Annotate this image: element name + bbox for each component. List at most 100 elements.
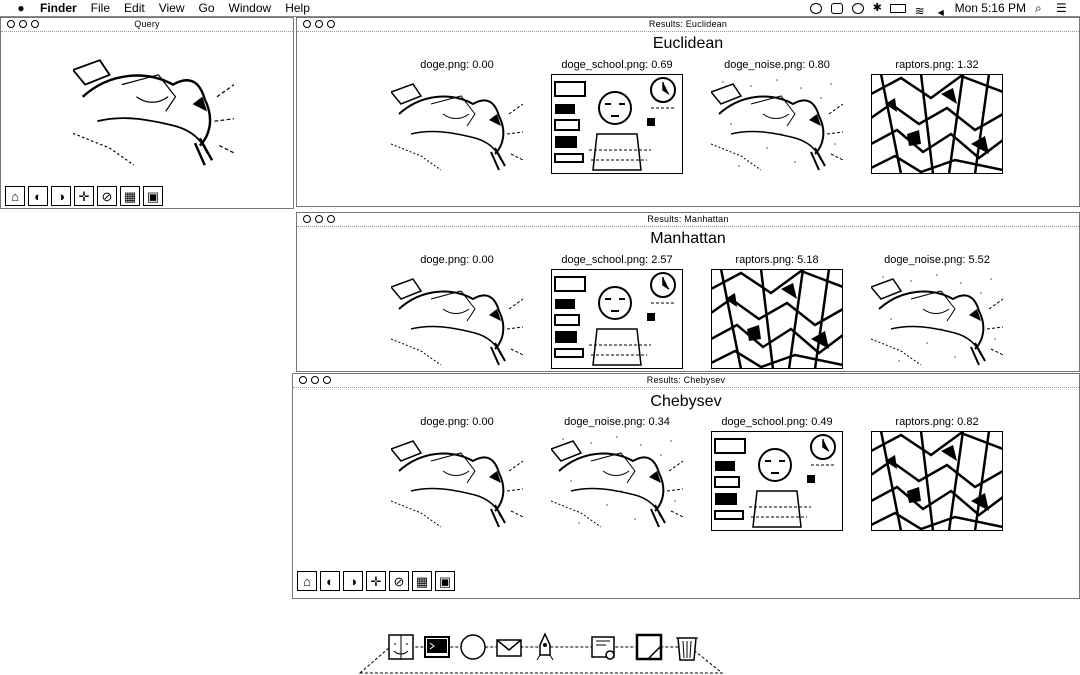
home-icon[interactable]: ⌂ [5,186,25,206]
back-icon[interactable]: ◐ [28,186,48,206]
mail-icon[interactable] [494,631,524,663]
result-item: doge.png: 0.00 [387,254,527,369]
result-item: doge_noise.png: 0.34 [547,416,687,531]
figure-title: Euclidean [652,35,724,52]
pan-icon[interactable]: ✛ [74,186,94,206]
menu-finder[interactable]: Finder [40,0,77,16]
result-item: raptors.png: 5.18 [707,254,847,369]
close-button[interactable] [303,20,311,28]
bluetooth-icon[interactable]: ✱ [873,2,882,14]
euclidean-window: Results: Euclidean Euclidean doge.png: 0… [296,17,1080,207]
save-icon[interactable]: ▣ [435,571,455,591]
menu-view[interactable]: View [159,0,185,16]
close-button[interactable] [303,215,311,223]
zoom-icon[interactable]: ⊘ [389,571,409,591]
subplots-icon[interactable]: ▦ [412,571,432,591]
menu-help[interactable]: Help [285,0,310,16]
window-title: Results: Manhattan [647,214,729,224]
subplots-icon[interactable]: ▦ [120,186,140,206]
result-label: doge.png: 0.00 [420,416,494,428]
result-label: doge_school.png: 2.57 [561,254,673,266]
wifi-icon[interactable] [915,3,929,14]
close-button[interactable] [299,376,307,384]
result-item: doge_school.png: 0.69 [547,59,687,174]
minimize-button[interactable] [315,215,323,223]
result-item: doge_school.png: 0.49 [707,416,847,531]
result-item: raptors.png: 0.82 [867,416,1007,531]
apple-menu-icon[interactable]: ● [14,0,28,16]
result-item: doge_noise.png: 0.80 [707,59,847,174]
notification-list-icon[interactable]: ☰ [1056,2,1068,14]
back-icon[interactable]: ◐ [320,571,340,591]
zoom-button[interactable] [323,376,331,384]
save-icon[interactable]: ▣ [143,186,163,206]
menu-clock[interactable]: Mon 5:16 PM [955,0,1026,16]
chebysev-window: Results: Chebysev Chebysev doge.png: 0.0… [292,373,1080,599]
launchpad-icon[interactable] [530,631,560,663]
manhattan-titlebar[interactable]: Results: Manhattan [297,213,1079,227]
battery-icon[interactable] [889,3,906,13]
menu-edit[interactable]: Edit [124,0,145,16]
time-machine-icon[interactable] [851,2,864,14]
menu-file[interactable]: File [91,0,110,16]
result-label: doge_school.png: 0.69 [561,59,673,71]
result-label: raptors.png: 0.82 [895,416,979,428]
query-window: Query ⌂ ◐ ◑ ✛ ⊘ ▦ ▣ [0,17,294,209]
result-label: raptors.png: 5.18 [735,254,819,266]
chebysev-toolbar: ⌂ ◐ ◑ ✛ ⊘ ▦ ▣ [297,571,455,591]
textedit-icon[interactable] [634,631,664,663]
result-image [711,431,843,531]
minimize-button[interactable] [315,20,323,28]
result-item: raptors.png: 1.32 [867,59,1007,174]
figure-title: Manhattan [650,230,726,247]
safari-icon[interactable] [458,631,488,663]
preview-icon[interactable] [588,631,618,663]
forward-icon[interactable]: ◑ [51,186,71,206]
result-item: doge_noise.png: 5.52 [867,254,1007,369]
minimize-button[interactable] [311,376,319,384]
result-label: doge_noise.png: 5.52 [884,254,990,266]
zoom-button[interactable] [327,215,335,223]
zoom-icon[interactable]: ⊘ [97,186,117,206]
manhattan-window: Results: Manhattan Manhattan doge.png: 0… [296,212,1080,372]
close-button[interactable] [7,20,15,28]
menu-list: Finder File Edit View Go Window Help [40,0,310,16]
terminal-icon[interactable] [422,631,452,663]
menu-window[interactable]: Window [229,0,272,16]
pan-icon[interactable]: ✛ [366,571,386,591]
query-titlebar[interactable]: Query [1,18,293,32]
window-title: Results: Euclidean [648,19,728,29]
result-image [711,74,843,174]
euclidean-titlebar[interactable]: Results: Euclidean [297,18,1079,32]
result-item: doge_school.png: 2.57 [547,254,687,369]
zoom-button[interactable] [327,20,335,28]
result-label: doge.png: 0.00 [420,254,494,266]
result-image [871,431,1003,531]
menu-bar: ● Finder File Edit View Go Window Help ✱… [0,0,1080,17]
result-image [711,269,843,369]
volume-icon[interactable] [938,3,946,14]
zoom-button[interactable] [31,20,39,28]
dropbox-icon[interactable] [809,2,822,14]
result-item: doge.png: 0.00 [387,59,527,174]
figure-title: Chebysev [650,393,722,410]
window-title: Query [134,19,160,29]
finder-icon[interactable] [386,631,416,663]
minimize-button[interactable] [19,20,27,28]
result-item: doge.png: 0.00 [387,416,527,531]
result-image [391,431,523,531]
forward-icon[interactable]: ◑ [343,571,363,591]
menu-go[interactable]: Go [199,0,215,16]
copy-icon[interactable] [830,2,843,14]
result-label: doge_noise.png: 0.80 [724,59,830,71]
result-label: doge_school.png: 0.49 [721,416,833,428]
chebysev-titlebar[interactable]: Results: Chebysev [293,374,1079,388]
result-label: doge_noise.png: 0.34 [564,416,670,428]
home-icon[interactable]: ⌂ [297,571,317,591]
spotlight-icon[interactable]: ⌕ [1035,2,1047,14]
status-area: ✱ Mon 5:16 PM ⌕ ☰ [809,0,1068,16]
result-image [871,269,1003,369]
window-title: Results: Chebysev [646,375,726,385]
trash-icon[interactable] [672,631,702,663]
result-image [871,74,1003,174]
